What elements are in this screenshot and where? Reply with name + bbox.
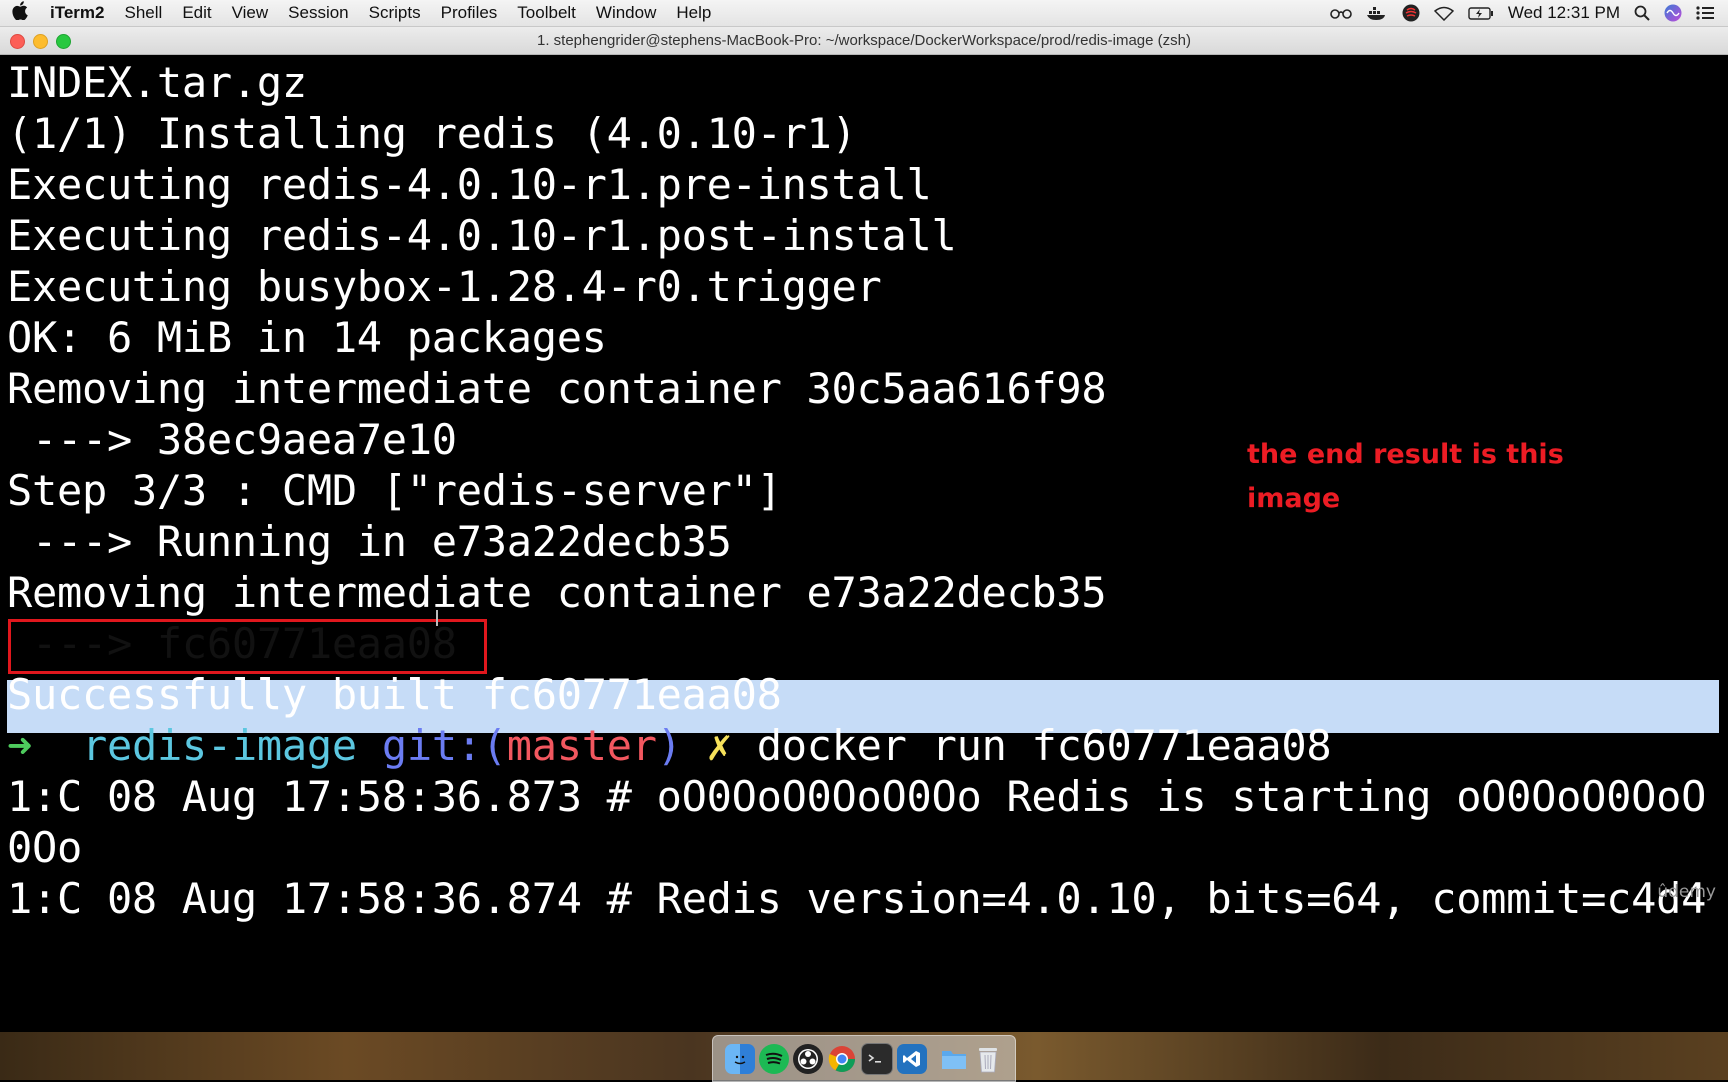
search-icon[interactable] — [1634, 5, 1650, 21]
menubar-clock[interactable]: Wed 12:31 PM — [1508, 3, 1620, 23]
status-app-icon[interactable] — [1402, 4, 1420, 22]
prompt-git-label: git:( — [381, 721, 507, 770]
folder-icon[interactable] — [939, 1044, 969, 1074]
obs-icon[interactable] — [793, 1043, 823, 1074]
apple-icon[interactable] — [0, 0, 40, 26]
prompt-git-branch: master — [506, 721, 657, 770]
menu-app-iterm2[interactable]: iTerm2 — [40, 0, 115, 26]
menu-session[interactable]: Session — [278, 0, 358, 26]
terminal-line: Executing redis-4.0.10-r1.pre-install — [7, 160, 932, 209]
terminal-line: INDEX.tar.gz — [7, 58, 307, 107]
window-title-bar[interactable]: 1. stephengrider@stephens-MacBook-Pro: ~… — [0, 27, 1728, 55]
minimize-window-button[interactable] — [33, 34, 48, 49]
menu-view[interactable]: View — [222, 0, 279, 26]
annotation-line-2: image — [1247, 483, 1341, 514]
zoom-window-button[interactable] — [56, 34, 71, 49]
terminal-line: ---> Running in e73a22decb35 — [7, 517, 732, 566]
trash-icon[interactable] — [973, 1044, 1003, 1074]
menu-bar: iTerm2 Shell Edit View Session Scripts P… — [0, 0, 1728, 27]
glasses-icon[interactable] — [1330, 7, 1352, 19]
annotation-line-1: the end result is this — [1247, 439, 1564, 470]
docker-icon[interactable] — [1366, 5, 1388, 21]
finder-icon[interactable] — [725, 1043, 755, 1074]
terminal-line: Executing busybox-1.28.4-r0.trigger — [7, 262, 882, 311]
terminal-line: Executing redis-4.0.10-r1.post-install — [7, 211, 957, 260]
terminal-line: Successfully built fc60771eaa08 — [7, 670, 782, 719]
udemy-watermark: ûdemy — [1657, 882, 1716, 902]
terminal-line: 0Oo — [7, 823, 82, 872]
red-annotation: the end result is this image — [1247, 433, 1587, 521]
terminal-line: OK: 6 MiB in 14 packages — [7, 313, 607, 362]
siri-icon[interactable] — [1664, 4, 1682, 22]
shell-prompt: ➜ redis-image git:(master) ✗ docker run … — [7, 718, 1332, 774]
prompt-git-close: ) — [656, 721, 682, 770]
menu-scripts[interactable]: Scripts — [359, 0, 431, 26]
notification-center-icon[interactable] — [1696, 6, 1714, 20]
menu-edit[interactable]: Edit — [172, 0, 221, 26]
dock — [712, 1035, 1016, 1082]
menu-window[interactable]: Window — [586, 0, 666, 26]
terminal-line: ---> 38ec9aea7e10 — [7, 415, 457, 464]
chrome-icon[interactable] — [827, 1044, 857, 1074]
prompt-dirty-icon: ✗ — [706, 721, 732, 770]
terminal-line: Step 3/3 : CMD ["redis-server"] — [7, 466, 782, 515]
terminal-icon[interactable] — [861, 1042, 893, 1075]
window-title: 1. stephengrider@stephens-MacBook-Pro: ~… — [537, 32, 1191, 49]
red-highlight-box — [8, 619, 487, 674]
close-window-button[interactable] — [10, 34, 25, 49]
battery-icon[interactable] — [1468, 6, 1494, 20]
mouse-ibeam-cursor — [436, 610, 438, 626]
terminal-line: (1/1) Installing redis (4.0.10-r1) — [7, 109, 857, 158]
menu-shell[interactable]: Shell — [115, 0, 173, 26]
terminal-line: 1:C 08 Aug 17:58:36.874 # Redis version=… — [7, 874, 1707, 923]
menu-profiles[interactable]: Profiles — [431, 0, 508, 26]
prompt-directory: redis-image — [81, 721, 357, 770]
terminal-line: 1:C 08 Aug 17:58:36.873 # oO0OoO0OoO0Oo … — [7, 772, 1707, 821]
prompt-arrow-icon: ➜ — [7, 721, 32, 770]
menu-toolbelt[interactable]: Toolbelt — [507, 0, 586, 26]
prompt-command: docker run fc60771eaa08 — [756, 721, 1332, 770]
spotify-icon[interactable] — [759, 1043, 789, 1074]
terminal-line: Removing intermediate container e73a22de… — [7, 568, 1107, 617]
vscode-icon[interactable] — [897, 1043, 927, 1074]
terminal-view[interactable]: INDEX.tar.gz (1/1) Installing redis (4.0… — [0, 55, 1728, 1032]
terminal-line: Removing intermediate container 30c5aa61… — [7, 364, 1107, 413]
menu-help[interactable]: Help — [666, 0, 721, 26]
wifi-icon[interactable] — [1433, 6, 1454, 21]
